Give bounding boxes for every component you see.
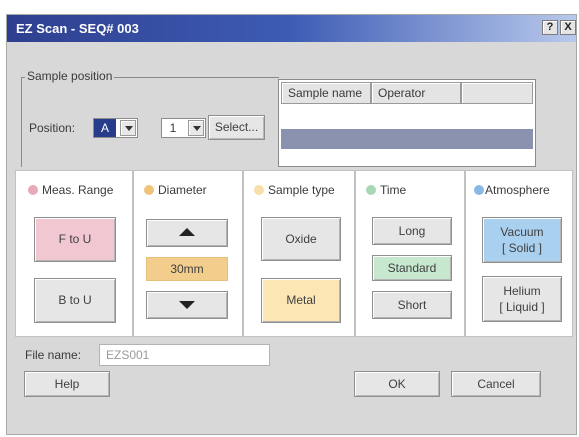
meas-range-header: Meas. Range [28, 183, 132, 197]
time-panel: Time Long Standard Short [355, 170, 465, 337]
position-value: A [94, 119, 116, 137]
diameter-header: Diameter [144, 183, 242, 197]
ok-button[interactable]: OK [354, 371, 440, 397]
sample-type-label: Sample type [268, 183, 335, 197]
sample-position-label: Sample position [25, 69, 115, 83]
chevron-down-icon[interactable] [188, 120, 204, 136]
standard-button[interactable]: Standard [372, 255, 452, 281]
file-name-field[interactable]: EZS001 [99, 344, 270, 366]
window-title: EZ Scan - SEQ# 003 [16, 21, 139, 36]
time-label: Time [380, 183, 407, 197]
f-to-u-button[interactable]: F to U [34, 217, 116, 262]
arrow-down-icon[interactable] [146, 291, 228, 319]
short-button[interactable]: Short [372, 291, 452, 319]
sample-type-dot-icon [254, 185, 264, 195]
metal-button[interactable]: Metal [261, 278, 341, 323]
slot-select[interactable]: 1 [161, 118, 206, 138]
diameter-panel: Diameter 30mm [133, 170, 243, 337]
column-header-blank[interactable] [461, 82, 533, 104]
time-dot-icon [366, 185, 376, 195]
b-to-u-button[interactable]: B to U [34, 278, 116, 323]
meas-range-label: Meas. Range [42, 183, 114, 197]
close-title-button[interactable]: X [560, 20, 576, 35]
diameter-dot-icon [144, 185, 154, 195]
select-button[interactable]: Select... [208, 115, 265, 140]
diameter-value: 30mm [146, 257, 228, 281]
title-bar[interactable]: EZ Scan - SEQ# 003 ? X [7, 15, 576, 42]
long-button[interactable]: Long [372, 217, 452, 245]
atmosphere-header: Atmosphere [474, 183, 572, 197]
help-title-button[interactable]: ? [542, 20, 558, 35]
sample-type-header: Sample type [254, 183, 354, 197]
meas-range-panel: Meas. Range F to U B to U [15, 170, 133, 337]
column-header-operator[interactable]: Operator [371, 82, 461, 104]
arrow-up-icon[interactable] [146, 219, 228, 247]
position-label: Position: [29, 121, 76, 135]
diameter-label: Diameter [158, 183, 207, 197]
file-name-label: File name: [25, 348, 82, 362]
meas-range-dot-icon [28, 185, 38, 195]
oxide-button[interactable]: Oxide [261, 217, 341, 261]
slot-value: 1 [169, 121, 177, 135]
selected-table-row[interactable] [281, 129, 533, 149]
atmosphere-dot-icon [474, 185, 484, 195]
ez-scan-dialog: EZ Scan - SEQ# 003 ? X Sample position P… [6, 14, 577, 435]
position-select[interactable]: A [93, 118, 138, 138]
atmosphere-label: Atmosphere [485, 183, 550, 197]
time-header: Time [366, 183, 464, 197]
chevron-down-icon[interactable] [120, 120, 136, 136]
help-button[interactable]: Help [24, 371, 110, 397]
atmosphere-panel: Atmosphere Vacuum [ Solid ] Helium [ Liq… [465, 170, 573, 337]
sample-type-panel: Sample type Oxide Metal [243, 170, 355, 337]
helium-liquid-button[interactable]: Helium [ Liquid ] [482, 276, 562, 322]
vacuum-solid-button[interactable]: Vacuum [ Solid ] [482, 217, 562, 263]
column-header-sample-name[interactable]: Sample name [281, 82, 371, 104]
cancel-button[interactable]: Cancel [451, 371, 541, 397]
sample-table[interactable]: Sample name Operator [278, 79, 536, 167]
